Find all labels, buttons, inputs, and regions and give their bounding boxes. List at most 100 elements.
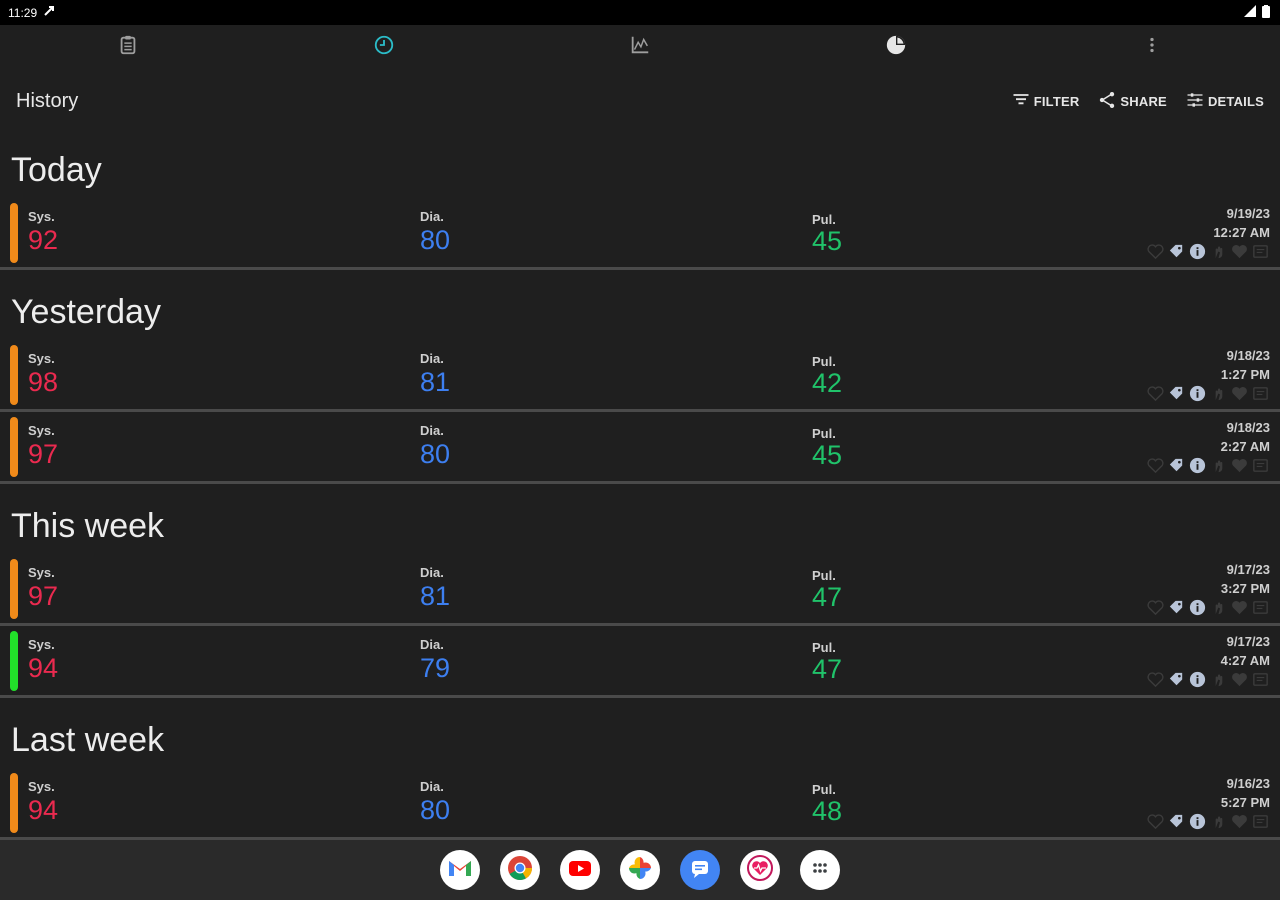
details-button[interactable]: DETAILS [1185, 90, 1264, 113]
messages-app[interactable] [680, 850, 720, 890]
hand-icon [1209, 456, 1228, 480]
entry-datetime: 9/17/23 3:27 PM [1221, 560, 1270, 598]
section-title: Last week [11, 721, 165, 759]
entry-icons [1146, 384, 1270, 408]
page-title: History [16, 89, 79, 112]
diastolic-label: Dia. [420, 423, 444, 438]
history-icon [373, 34, 395, 61]
heart-filled-icon [1230, 242, 1249, 266]
gmail-icon [446, 854, 474, 887]
section-title: This week [11, 507, 165, 545]
note-icon [1251, 384, 1270, 408]
chrome-icon [506, 854, 534, 887]
pulse-label: Pul. [812, 426, 836, 441]
youtube-icon [566, 854, 594, 887]
entry-date: 9/18/23 [1226, 420, 1270, 435]
entry-time: 4:27 AM [1220, 653, 1270, 668]
tag-icon [1167, 456, 1186, 480]
pulse-label: Pul. [812, 568, 836, 583]
systolic-label: Sys. [28, 565, 55, 580]
pulse-label: Pul. [812, 782, 836, 797]
photos-app[interactable] [620, 850, 660, 890]
share-label: SHARE [1120, 93, 1167, 109]
app-dock [0, 840, 1280, 900]
tab-more[interactable] [1024, 25, 1280, 70]
info-icon [1188, 812, 1207, 836]
systolic-label: Sys. [28, 779, 55, 794]
sync-icon [43, 5, 55, 20]
hand-icon [1209, 812, 1228, 836]
heart-icon [1146, 670, 1165, 694]
measurement-row[interactable]: Sys. 94 Dia. 79 Pul. 47 9/17/23 4:27 AM [0, 626, 1280, 698]
status-indicator-bar [10, 345, 18, 405]
status-indicator-bar [10, 417, 18, 477]
systolic-label: Sys. [28, 351, 55, 366]
status-indicator-bar [10, 203, 18, 263]
health-app[interactable] [740, 850, 780, 890]
tab-history[interactable] [256, 25, 512, 70]
youtube-app[interactable] [560, 850, 600, 890]
gmail-app[interactable] [440, 850, 480, 890]
filter-label: FILTER [1033, 93, 1080, 109]
measurement-row[interactable]: Sys. 97 Dia. 80 Pul. 45 9/18/23 2:27 AM [0, 412, 1280, 484]
hand-icon [1209, 598, 1228, 622]
entry-icons [1146, 670, 1270, 694]
entry-date: 9/19/23 [1226, 206, 1270, 221]
diastolic-value: 81 [420, 367, 451, 397]
tag-icon [1167, 812, 1186, 836]
info-icon [1188, 456, 1207, 480]
measurement-row[interactable]: Sys. 97 Dia. 81 Pul. 47 9/17/23 3:27 PM [0, 554, 1280, 626]
tab-statistics[interactable] [768, 25, 1024, 70]
diastolic-label: Dia. [420, 209, 444, 224]
systolic-label: Sys. [28, 637, 55, 652]
history-list: Today Sys. 92 Dia. 80 Pul. 45 9/19/23 12:27 AM Ye… [0, 128, 1280, 840]
health-app-icon [746, 854, 774, 887]
entry-icons [1146, 242, 1270, 266]
entry-date: 9/16/23 [1226, 776, 1270, 791]
share-button[interactable]: SHARE [1097, 90, 1167, 113]
section-title: Today [11, 151, 102, 189]
heart-icon [1146, 384, 1165, 408]
diastolic-label: Dia. [420, 565, 444, 580]
chart-icon [629, 34, 651, 61]
clipboard-icon [117, 34, 139, 61]
tab-charts[interactable] [512, 25, 768, 70]
status-indicator-bar [10, 773, 18, 833]
info-icon [1188, 598, 1207, 622]
tab-log[interactable] [0, 25, 256, 70]
photos-icon [626, 854, 654, 887]
app-drawer[interactable] [800, 850, 840, 890]
messages-icon [686, 854, 714, 887]
heart-icon [1146, 812, 1165, 836]
details-label: DETAILS [1207, 93, 1264, 109]
pulse-label: Pul. [812, 354, 836, 369]
measurement-row[interactable]: Sys. 98 Dia. 81 Pul. 42 9/18/23 1:27 PM [0, 340, 1280, 412]
systolic-value: 94 [28, 795, 59, 825]
hand-icon [1209, 670, 1228, 694]
heart-filled-icon [1230, 456, 1249, 480]
pulse-value: 47 [812, 582, 843, 612]
entry-date: 9/18/23 [1226, 348, 1270, 363]
systolic-value: 97 [28, 439, 59, 469]
chrome-app[interactable] [500, 850, 540, 890]
pulse-label: Pul. [812, 640, 836, 655]
diastolic-label: Dia. [420, 779, 444, 794]
status-indicator-bar [10, 631, 18, 691]
entry-datetime: 9/17/23 4:27 AM [1221, 632, 1270, 670]
heart-icon [1146, 456, 1165, 480]
hand-icon [1209, 242, 1228, 266]
filter-button[interactable]: FILTER [1011, 90, 1080, 113]
tag-icon [1167, 384, 1186, 408]
info-icon [1188, 384, 1207, 408]
heart-filled-icon [1230, 598, 1249, 622]
app-drawer-icon [806, 854, 834, 887]
measurement-row[interactable]: Sys. 94 Dia. 80 Pul. 48 9/16/23 5:27 PM [0, 768, 1280, 840]
heart-icon [1146, 242, 1165, 266]
pie-chart-icon [885, 34, 907, 61]
entry-icons [1146, 456, 1270, 480]
diastolic-value: 80 [420, 225, 451, 255]
status-time: 11:29 [8, 5, 38, 20]
info-icon [1188, 242, 1207, 266]
measurement-row[interactable]: Sys. 92 Dia. 80 Pul. 45 9/19/23 12:27 AM [0, 198, 1280, 270]
diastolic-value: 80 [420, 795, 451, 825]
